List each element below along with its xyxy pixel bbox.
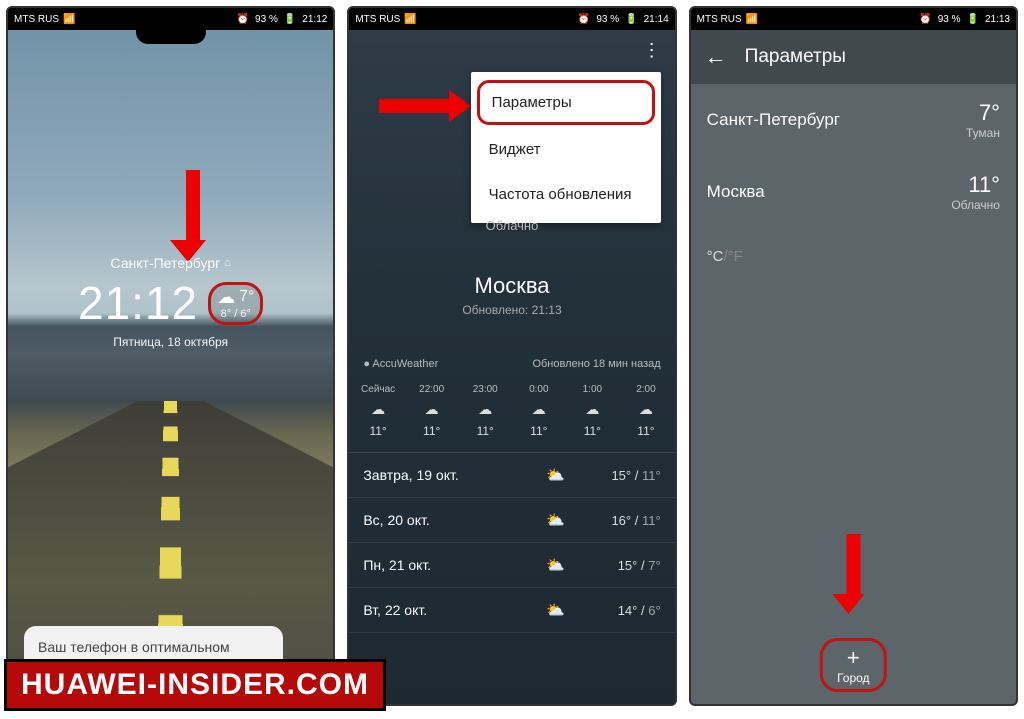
- widget-city: Санкт-Петербург: [110, 255, 220, 271]
- arrow-annotation-icon: [379, 90, 471, 122]
- home-icon: ⌂: [224, 257, 231, 269]
- city-name: Москва: [707, 182, 765, 202]
- battery-label: 93 %: [255, 14, 278, 25]
- phone-lockscreen: MTS RUS 📶 ⏰ 93 % 🔋 21:12 Санкт-Петербург…: [6, 6, 335, 706]
- arrow-annotation-icon: [842, 534, 865, 614]
- status-bar: MTS RUS 📶 ⏰ 93 % 🔋 21:14: [349, 8, 674, 30]
- city-row[interactable]: Москва 11° Облачно: [691, 156, 1016, 228]
- menu-item-widget[interactable]: Виджет: [471, 127, 661, 172]
- overflow-menu-icon[interactable]: ⋮: [643, 40, 661, 61]
- add-city-label: Город: [837, 671, 869, 685]
- weather-box-highlight[interactable]: ☁ 7° 8° / 6°: [208, 282, 263, 325]
- arrow-annotation-icon: [181, 170, 206, 262]
- overflow-menu-popup: Параметры Виджет Частота обновления: [471, 72, 661, 223]
- settings-header: ← Параметры: [691, 30, 1016, 84]
- daily-row[interactable]: Вс, 20 окт. ⛅ 16° / 11°: [349, 498, 674, 543]
- phone-settings: MTS RUS 📶 ⏰ 93 % 🔋 21:13 ← Параметры Сан…: [689, 6, 1018, 706]
- widget-hilo: 8° / 6°: [221, 308, 251, 320]
- add-city-button[interactable]: + Город: [820, 638, 886, 692]
- partly-cloudy-icon: ⛅: [541, 466, 571, 484]
- partly-cloudy-icon: ⛅: [541, 601, 571, 619]
- provider-label: ● AccuWeather: [363, 358, 438, 370]
- status-bar: MTS RUS 📶 ⏰ 93 % 🔋 21:12: [8, 8, 333, 30]
- cloud-icon: ☁: [217, 287, 235, 308]
- condition-label: Облачно: [349, 218, 674, 233]
- status-time: 21:14: [644, 14, 669, 25]
- city-condition: Облачно: [951, 198, 1000, 212]
- carrier-label: MTS RUS: [355, 14, 400, 25]
- carrier-label: MTS RUS: [697, 14, 742, 25]
- city-row[interactable]: Санкт-Петербург 7° Туман: [691, 84, 1016, 156]
- city-temp: 7°: [966, 100, 1000, 126]
- status-time: 21:13: [985, 14, 1010, 25]
- daily-row[interactable]: Пн, 21 окт. ⛅ 15° / 7°: [349, 543, 674, 588]
- hourly-forecast[interactable]: Сейчас☁11° 22:00☁11° 23:00☁11° 0:00☁11° …: [349, 378, 674, 452]
- settings-title: Параметры: [745, 46, 846, 68]
- weather-clock-widget[interactable]: Санкт-Петербург ⌂ 21:12 ☁ 7° 8° / 6° Пят…: [8, 255, 333, 349]
- back-arrow-icon[interactable]: ←: [705, 44, 727, 70]
- daily-row[interactable]: Вт, 22 окт. ⛅ 14° / 6°: [349, 588, 674, 633]
- partly-cloudy-icon: ⛅: [541, 511, 571, 529]
- status-bar: MTS RUS 📶 ⏰ 93 % 🔋 21:13: [691, 8, 1016, 30]
- battery-label: 93 %: [596, 14, 619, 25]
- cloud-icon: ☁: [405, 401, 459, 418]
- daily-forecast[interactable]: Завтра, 19 окт. ⛅ 15° / 11° Вс, 20 окт. …: [349, 452, 674, 633]
- refresh-ago-label: Обновлено 18 мин назад: [532, 358, 660, 370]
- updated-label: Обновлено: 21:13: [349, 303, 674, 317]
- city-title: Москва: [349, 273, 674, 299]
- cloud-icon: ☁: [512, 401, 566, 418]
- city-condition: Туман: [966, 126, 1000, 140]
- carrier-label: MTS RUS: [14, 14, 59, 25]
- plus-icon: +: [847, 647, 860, 669]
- daily-row[interactable]: Завтра, 19 окт. ⛅ 15° / 11°: [349, 453, 674, 498]
- phone-weather-app: MTS RUS 📶 ⏰ 93 % 🔋 21:14 ⋮ Параметры Вид…: [347, 6, 676, 706]
- city-name: Санкт-Петербург: [707, 110, 840, 130]
- cloud-icon: ☁: [619, 401, 673, 418]
- menu-item-parameters[interactable]: Параметры: [477, 80, 655, 125]
- battery-label: 93 %: [938, 14, 961, 25]
- partly-cloudy-icon: ⛅: [541, 556, 571, 574]
- widget-temp: 7°: [239, 288, 254, 306]
- cloud-icon: ☁: [458, 401, 512, 418]
- clock-time: 21:12: [78, 276, 198, 330]
- watermark-label: HUAWEI-INSIDER.COM: [4, 659, 386, 711]
- temperature-unit-toggle[interactable]: °C/°F: [691, 228, 1016, 285]
- menu-item-refresh-rate[interactable]: Частота обновления: [471, 172, 661, 217]
- cloud-icon: ☁: [351, 401, 405, 418]
- city-temp: 11°: [951, 172, 1000, 198]
- status-time: 21:12: [302, 14, 327, 25]
- widget-date: Пятница, 18 октября: [8, 335, 333, 349]
- cloud-icon: ☁: [566, 401, 620, 418]
